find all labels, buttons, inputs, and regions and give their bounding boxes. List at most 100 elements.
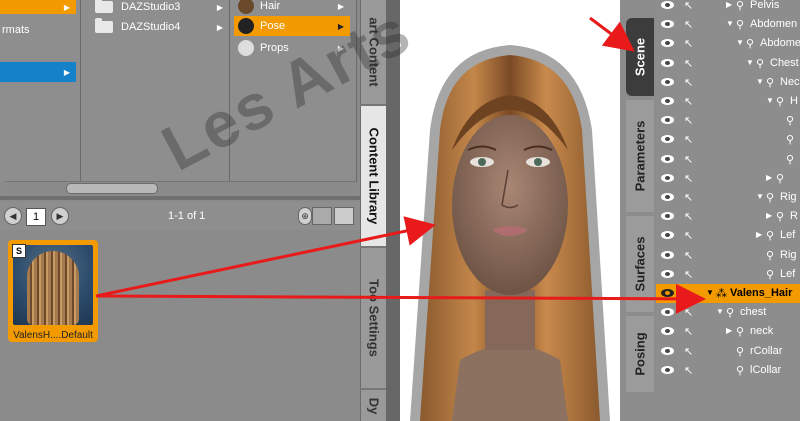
visibility-eye-icon[interactable] <box>661 193 674 201</box>
tab-parameters[interactable]: Parameters <box>626 100 654 212</box>
scene-tree-row[interactable]: ↖ ⚲ <box>656 150 800 169</box>
selectable-pointer-icon[interactable]: ↖ <box>684 268 693 281</box>
scene-tree-row[interactable]: ↖ ▼ ⚲ Abdomen <box>656 15 800 34</box>
scene-tree-row[interactable]: ↖ ⚲ Rig <box>656 246 800 265</box>
scene-tree-row[interactable]: ↖ ▶ ⚲ R <box>656 207 800 226</box>
selectable-pointer-icon[interactable]: ↖ <box>684 114 693 127</box>
scene-tree-row[interactable]: ↖ ⚲ Lef <box>656 265 800 284</box>
chevron-right-icon: ▶ <box>216 22 223 32</box>
folder-item-selected[interactable]: ▶ <box>0 62 76 82</box>
3d-viewport[interactable] <box>400 0 620 421</box>
collapse-arrow-icon[interactable]: ▼ <box>726 19 734 28</box>
visibility-eye-icon[interactable] <box>661 308 674 317</box>
scene-tree-row[interactable]: ↖ ▼ ⁂ Valens_Hair <box>656 284 800 303</box>
selectable-pointer-icon[interactable]: ↖ <box>684 210 693 223</box>
collapse-arrow-icon[interactable]: ▼ <box>756 192 764 201</box>
tab-scene[interactable]: Scene <box>626 18 654 96</box>
visibility-eye-icon[interactable] <box>661 39 674 48</box>
scene-tree-row[interactable]: ↖ ▶ ⚲ <box>656 169 800 188</box>
expand-arrow-icon[interactable]: ▶ <box>726 326 732 335</box>
selectable-pointer-icon[interactable]: ↖ <box>684 76 693 89</box>
tab-label: Parameters <box>632 120 648 192</box>
selectable-pointer-icon[interactable]: ↖ <box>684 364 693 377</box>
selectable-pointer-icon[interactable]: ↖ <box>684 37 693 50</box>
visibility-eye-icon[interactable] <box>661 173 674 182</box>
collapse-arrow-icon[interactable]: ▼ <box>756 77 764 86</box>
visibility-eye-icon[interactable] <box>661 327 674 336</box>
visibility-eye-icon[interactable] <box>661 269 674 278</box>
expand-arrow-icon[interactable]: ▶ <box>726 0 732 9</box>
visibility-eye-icon[interactable] <box>661 116 674 125</box>
icon-view-button[interactable] <box>312 207 332 225</box>
collapse-arrow-icon[interactable]: ▼ <box>746 58 754 67</box>
selectable-pointer-icon[interactable]: ↖ <box>684 325 693 338</box>
scene-tree-row[interactable]: ↖ ⚲ <box>656 130 800 149</box>
scene-tree-row[interactable]: ↖ ▶ ⚲ Lef <box>656 226 800 245</box>
folder-item[interactable] <box>0 40 76 60</box>
folder-item[interactable]: rmats <box>0 20 76 40</box>
scene-tree-row[interactable]: ↖ ▼ ⚲ Nec <box>656 73 800 92</box>
selectable-pointer-icon[interactable]: ↖ <box>684 172 693 185</box>
selectable-pointer-icon[interactable]: ↖ <box>684 345 693 358</box>
visibility-eye-icon[interactable] <box>661 346 674 355</box>
scene-tree-row[interactable]: ↖ ⚲ <box>656 111 800 130</box>
visibility-eye-icon[interactable] <box>661 365 674 374</box>
selectable-pointer-icon[interactable]: ↖ <box>684 249 693 262</box>
selectable-pointer-icon[interactable]: ↖ <box>684 306 693 319</box>
next-page-button[interactable]: ▶ <box>51 207 69 225</box>
folder-item[interactable]: Hair ▶ <box>234 0 350 14</box>
scene-tree-row[interactable]: ↖ ▼ ⚲ H <box>656 92 800 111</box>
folder-item[interactable]: DAZStudio4 ▶ <box>81 17 229 37</box>
selectable-pointer-icon[interactable]: ↖ <box>684 0 693 12</box>
tab-tool-settings[interactable]: Too Settings <box>360 248 387 388</box>
previous-page-button[interactable]: ◀ <box>4 207 22 225</box>
list-view-button[interactable] <box>334 207 354 225</box>
expand-arrow-icon[interactable]: ▶ <box>766 173 772 182</box>
selectable-pointer-icon[interactable]: ↖ <box>684 191 693 204</box>
folder-item-label: Hair <box>260 0 281 12</box>
visibility-eye-icon[interactable] <box>661 77 674 86</box>
collapse-arrow-icon[interactable]: ▼ <box>736 38 744 47</box>
scene-tree-row[interactable]: ↖ ▼ ⚲ Chest <box>656 54 800 73</box>
page-number-field[interactable]: 1 <box>26 208 46 226</box>
selectable-pointer-icon[interactable]: ↖ <box>684 133 693 146</box>
tab-content-library[interactable]: Content Library <box>360 106 387 246</box>
folder-item[interactable]: ▶ <box>0 0 76 14</box>
selectable-pointer-icon[interactable]: ↖ <box>684 95 693 108</box>
expand-arrow-icon[interactable]: ▶ <box>756 230 762 239</box>
visibility-eye-icon[interactable] <box>661 289 674 297</box>
tab-posing[interactable]: Posing <box>626 316 654 392</box>
scene-tree-row[interactable]: ↖ ▼ ⚲ Rig <box>656 188 800 207</box>
collapse-arrow-icon[interactable]: ▼ <box>716 307 724 316</box>
collapse-arrow-icon[interactable]: ▼ <box>766 96 774 105</box>
panel-divider[interactable] <box>0 196 360 200</box>
zoom-toggle-button[interactable]: ⊕ <box>298 207 312 225</box>
scene-tree-row[interactable]: ↖ ⚲ rCollar <box>656 342 800 361</box>
visibility-eye-icon[interactable] <box>661 231 674 240</box>
visibility-eye-icon[interactable] <box>661 1 674 9</box>
visibility-eye-icon[interactable] <box>661 58 674 67</box>
tab-dy[interactable]: Dy <box>360 390 387 421</box>
scene-tree-row[interactable]: ↖ ⚲ lCollar <box>656 361 800 380</box>
visibility-eye-icon[interactable] <box>661 135 674 144</box>
scene-tree-row[interactable]: ↖ ▼ ⚲ chest <box>656 303 800 322</box>
visibility-eye-icon[interactable] <box>661 212 674 221</box>
horizontal-scrollbar[interactable] <box>4 181 356 194</box>
scene-tree-row[interactable]: ↖ ▼ ⚲ Abdome <box>656 34 800 53</box>
scrollbar-thumb[interactable] <box>66 183 158 194</box>
tab-surfaces[interactable]: Surfaces <box>626 216 654 312</box>
visibility-eye-icon[interactable] <box>661 97 674 105</box>
selectable-pointer-icon[interactable]: ↖ <box>684 229 693 242</box>
selectable-pointer-icon[interactable]: ↖ <box>684 57 693 70</box>
scene-tree-row[interactable]: ↖ ▶ ⚲ Pelvis <box>656 0 800 15</box>
visibility-eye-icon[interactable] <box>661 250 674 259</box>
collapse-arrow-icon[interactable]: ▼ <box>706 288 714 297</box>
scene-tree-row[interactable]: ↖ ▶ ⚲ neck <box>656 322 800 341</box>
visibility-eye-icon[interactable] <box>661 154 674 163</box>
visibility-eye-icon[interactable] <box>661 20 674 29</box>
folder-item[interactable]: DAZStudio3 ▶ <box>81 0 229 14</box>
selectable-pointer-icon[interactable]: ↖ <box>684 287 693 300</box>
selectable-pointer-icon[interactable]: ↖ <box>684 18 693 31</box>
selectable-pointer-icon[interactable]: ↖ <box>684 153 693 166</box>
expand-arrow-icon[interactable]: ▶ <box>766 211 772 220</box>
